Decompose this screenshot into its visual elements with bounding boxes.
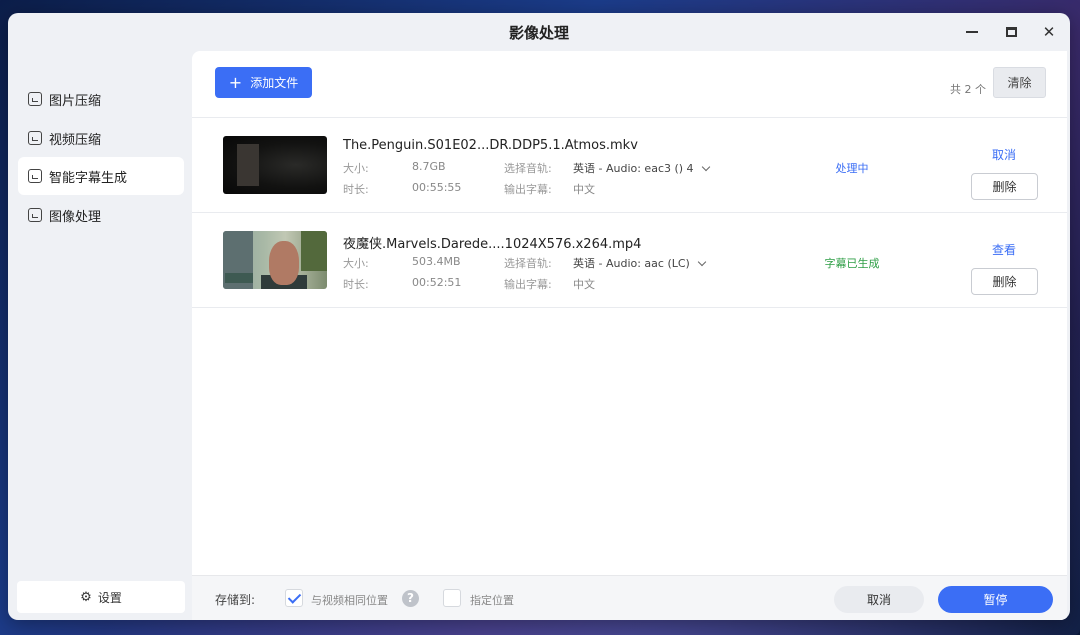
track-label: 选择音轨: xyxy=(504,162,552,175)
sidebar-item-image-process[interactable]: 图像处理 xyxy=(18,196,184,234)
image-icon xyxy=(28,92,42,106)
app-window: 影像处理 ✕ 图片压缩 视频压缩 智能字幕生成 图像处理 ⚙ 设置 + 添加文件 xyxy=(8,13,1070,620)
file-size: 8.7GB xyxy=(412,160,446,173)
main-panel: + 添加文件 共 2 个 清除 The.Penguin.S01E02...DR.… xyxy=(192,51,1067,620)
size-label: 大小: xyxy=(343,257,369,270)
audio-track-value: 英语 - Audio: aac (LC) xyxy=(573,257,690,270)
clear-button[interactable]: 清除 xyxy=(993,67,1046,98)
sidebar-item-video-compress[interactable]: 视频压缩 xyxy=(18,119,184,157)
cancel-button[interactable]: 取消 xyxy=(834,586,924,613)
cancel-link[interactable]: 取消 xyxy=(974,146,1034,163)
sidebar-item-label: 图片压缩 xyxy=(49,93,102,109)
video-thumbnail xyxy=(223,136,327,194)
file-name: The.Penguin.S01E02...DR.DDP5.1.Atmos.mkv xyxy=(343,138,638,153)
add-file-button[interactable]: + 添加文件 xyxy=(215,67,312,98)
chevron-down-icon xyxy=(701,162,710,172)
video-thumbnail xyxy=(223,231,327,289)
file-count: 共 2 个 xyxy=(950,83,986,96)
pause-button[interactable]: 暂停 xyxy=(938,586,1053,613)
sidebar: 图片压缩 视频压缩 智能字幕生成 图像处理 ⚙ 设置 xyxy=(8,51,192,620)
video-icon xyxy=(28,131,42,145)
subtitle-label: 输出字幕: xyxy=(504,183,552,196)
duration-label: 时长: xyxy=(343,183,369,196)
subtitle-language: 中文 xyxy=(573,278,595,291)
file-size: 503.4MB xyxy=(412,255,461,268)
help-icon[interactable]: ? xyxy=(402,590,419,607)
maximize-icon xyxy=(1005,27,1017,37)
settings-label: 设置 xyxy=(97,590,122,605)
sidebar-item-label: 智能字幕生成 xyxy=(49,170,128,186)
maximize-button[interactable] xyxy=(1000,22,1022,42)
subtitle-label: 输出字幕: xyxy=(504,278,552,291)
file-name: 夜魔侠.Marvels.Darede....1024X576.x264.mp4 xyxy=(343,237,642,252)
plus-icon: + xyxy=(228,72,243,92)
sidebar-item-image-compress[interactable]: 图片压缩 xyxy=(18,80,184,118)
titlebar: 影像处理 ✕ xyxy=(8,13,1070,51)
table-row: The.Penguin.S01E02...DR.DDP5.1.Atmos.mkv… xyxy=(192,118,1067,213)
delete-button[interactable]: 删除 xyxy=(971,268,1038,295)
subtitle-icon xyxy=(28,169,42,183)
same-location-label: 与视频相同位置 xyxy=(311,594,388,607)
view-link[interactable]: 查看 xyxy=(974,241,1034,258)
table-row: 夜魔侠.Marvels.Darede....1024X576.x264.mp4 … xyxy=(192,213,1067,308)
sidebar-item-label: 图像处理 xyxy=(49,209,102,225)
close-icon: ✕ xyxy=(1042,23,1056,41)
audio-track-select[interactable]: 英语 - Audio: aac (LC) xyxy=(573,255,707,271)
track-label: 选择音轨: xyxy=(504,257,552,270)
status-badge: 字幕已生成 xyxy=(824,257,880,270)
sidebar-item-label: 视频压缩 xyxy=(49,132,102,148)
footer-bar: 存储到: 与视频相同位置 ? 指定位置 取消 暂停 xyxy=(192,575,1067,620)
sidebar-item-subtitle[interactable]: 智能字幕生成 xyxy=(18,157,184,195)
minimize-button[interactable] xyxy=(961,22,983,42)
gear-icon: ⚙ xyxy=(80,589,92,605)
custom-location-label: 指定位置 xyxy=(470,594,514,607)
chevron-down-icon xyxy=(697,257,707,267)
image-edit-icon xyxy=(28,208,42,222)
same-location-checkbox[interactable] xyxy=(285,589,303,607)
divider xyxy=(192,307,1067,308)
save-to-label: 存储到: xyxy=(215,593,256,607)
audio-track-select[interactable]: 英语 - Audio: eac3 () 4 xyxy=(573,160,710,176)
delete-button[interactable]: 删除 xyxy=(971,173,1038,200)
duration-label: 时长: xyxy=(343,278,369,291)
subtitle-language: 中文 xyxy=(573,183,595,196)
settings-button[interactable]: ⚙ 设置 xyxy=(17,581,185,613)
file-duration: 00:52:51 xyxy=(412,276,462,289)
size-label: 大小: xyxy=(343,162,369,175)
close-button[interactable]: ✕ xyxy=(1038,22,1060,42)
file-duration: 00:55:55 xyxy=(412,181,462,194)
window-title: 影像处理 xyxy=(508,24,569,42)
status-badge: 处理中 xyxy=(835,162,869,175)
audio-track-value: 英语 - Audio: eac3 () 4 xyxy=(573,162,694,175)
custom-location-checkbox[interactable] xyxy=(443,589,461,607)
add-file-label: 添加文件 xyxy=(250,76,299,90)
minimize-icon xyxy=(966,31,978,33)
